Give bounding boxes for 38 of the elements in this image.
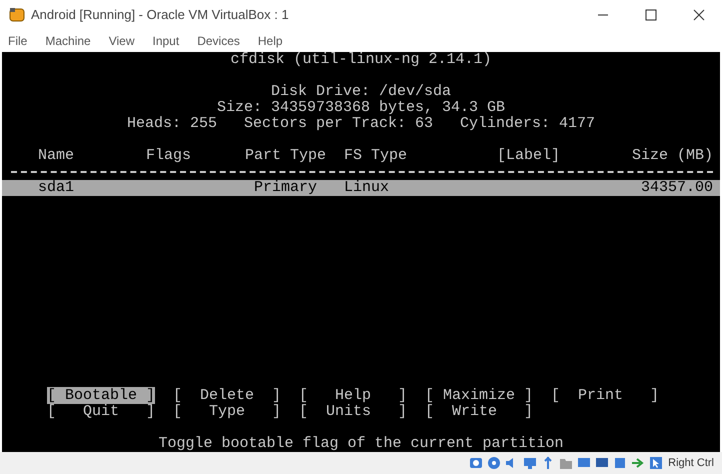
column-header: Size (MB) [632, 148, 713, 164]
menu-item[interactable]: Input [152, 32, 180, 50]
help-text: Toggle bootable flag of the current partition [158, 436, 564, 452]
menu-item[interactable]: Machine [45, 32, 91, 50]
disk-info: Size: 34359738368 bytes, 34.3 GB [216, 100, 506, 116]
maximize-icon[interactable] [645, 9, 657, 21]
mouse-pointer-icon[interactable] [648, 455, 664, 471]
command-button[interactable]: [ Write ] [425, 403, 534, 420]
table-cell-text: 34357.00 [640, 180, 713, 196]
table-cell-text: Primary [253, 180, 318, 196]
command-button[interactable]: [ Maximize ] [425, 387, 534, 404]
disk-info: Disk Drive: /dev/sda [270, 84, 452, 100]
column-header: Part Type [245, 148, 328, 164]
disk-info: Heads: 255 Sectors per Track: 63 Cylinders: 4177 [126, 116, 596, 132]
menu-item[interactable]: Devices [197, 32, 240, 50]
column-header: Flags [146, 148, 192, 164]
command-button[interactable]: [ Units ] [299, 403, 408, 420]
command-button[interactable]: [ Quit ] [47, 403, 156, 420]
host-key-label: Right Ctrl [668, 456, 714, 471]
table-cell-text: sda1 [38, 180, 76, 196]
command-button[interactable]: [ Print ] [551, 387, 660, 404]
menu-item[interactable]: Help [258, 32, 283, 50]
command-button[interactable]: [ Delete ] [173, 387, 282, 404]
column-header: [Label] [497, 148, 562, 164]
column-header: Name [38, 148, 76, 164]
app-icon [9, 7, 25, 23]
command-button[interactable]: [ Type ] [173, 403, 282, 420]
partition-row[interactable]: sda1 Primary Linux 34357.00 [2, 180, 720, 196]
program-title: cfdisk (util-linux-ng 2.14.1) [230, 52, 492, 68]
window-title: Android [Running] - Oracle VM VirtualBox : 1 [31, 6, 289, 24]
disc-icon[interactable] [486, 455, 502, 471]
table-cell-text: Linux [344, 180, 390, 196]
menu-item[interactable]: File [8, 32, 28, 50]
menu-item[interactable]: View [108, 32, 134, 50]
command-button[interactable]: [ Help ] [299, 387, 408, 404]
command-button[interactable]: [ Bootable ] [47, 387, 156, 404]
close-icon[interactable] [693, 9, 705, 21]
column-header: FS Type [344, 148, 408, 164]
